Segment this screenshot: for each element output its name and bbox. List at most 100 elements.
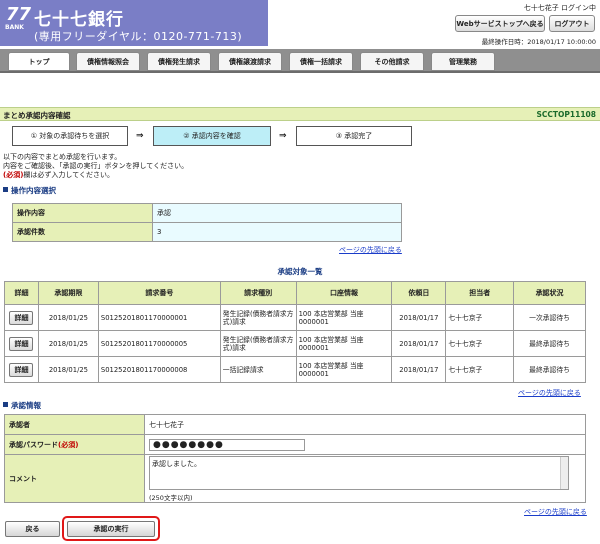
approval-count-value: 3 (152, 222, 402, 242)
tab-top[interactable]: トップ (8, 52, 70, 71)
detail-button[interactable]: 詳細 (9, 362, 34, 377)
instruction-line-2: 内容をご確認後、「承認の実行」ボタンを押してください。 (3, 162, 189, 170)
table-header-row: 詳細 承認期限 請求番号 請求種別 口座情報 依頼日 担当者 承認状況 (4, 281, 586, 305)
deadline-cell: 2018/01/25 (37, 304, 99, 331)
execute-approval-button[interactable]: 承認の実行 (67, 521, 155, 537)
header: 77 BANK 七十七銀行 (専用フリーダイヤル：0120-771-713) 七… (0, 0, 600, 46)
operation-table: 操作内容 承認 承認件数 3 (12, 203, 402, 242)
instruction-line-1: 以下の内容でまとめ承認を行います。 (3, 153, 122, 161)
detail-cell: 詳細 (4, 356, 39, 383)
comment-textarea[interactable]: 承認しました。 (149, 455, 569, 490)
section-square-icon (3, 402, 8, 407)
page-top-link[interactable]: ページの先頭に戻る (524, 507, 587, 517)
request-type-cell: 一括記録請求 (219, 356, 297, 383)
main-nav: トップ 債権情報照会 債権発生請求 債権譲渡請求 債権一括請求 その他請求 管理… (0, 49, 600, 73)
table-row: 承認件数 3 (12, 222, 402, 242)
operation-section-title: 操作内容選択 (3, 185, 56, 196)
freedial-number: (専用フリーダイヤル：0120-771-713) (34, 30, 243, 43)
approval-table: 承認者 七十七花子 承認パスワード(必須) ●●●●●●●● コメント 承認しま… (4, 414, 586, 503)
logo-bank-text: BANK (5, 24, 24, 31)
account-cell: 100 本店営業部 当座 0000001 (295, 330, 393, 357)
table-row: 詳細 2018/01/25 S0125201801170000005 発生記録(… (4, 330, 586, 357)
last-operation-time: 最終操作日時：2018/01/17 10:00:00 (481, 38, 596, 46)
col-person: 担当者 (445, 281, 515, 305)
tab-admin[interactable]: 管理業務 (431, 52, 495, 71)
comment-hint: (250文字以内) (149, 493, 193, 502)
required-mark: (必須) (58, 440, 79, 449)
person-cell: 七十七京子 (445, 356, 515, 383)
required-mark: (必須) (3, 171, 24, 179)
col-request-no: 請求番号 (97, 281, 221, 305)
col-deadline: 承認期限 (37, 281, 99, 305)
col-detail: 詳細 (4, 281, 39, 305)
request-no-cell: S0125201801170000008 (97, 356, 221, 383)
request-no-cell: S0125201801170000001 (97, 304, 221, 331)
page-top-link[interactable]: ページの先頭に戻る (518, 388, 581, 398)
login-status: 七十七花子 ログイン中 (523, 4, 596, 12)
approver-value: 七十七花子 (144, 414, 586, 435)
tab-other-request[interactable]: その他請求 (360, 52, 424, 71)
step-complete: ③ 承認完了 (296, 126, 412, 146)
request-type-cell: 発生記録(債務者請求方式)請求 (219, 304, 297, 331)
password-cell: ●●●●●●●● (144, 434, 586, 455)
operation-label: 操作内容 (12, 203, 153, 223)
request-date-cell: 2018/01/17 (391, 356, 447, 383)
step-confirm: ② 承認内容を確認 (153, 126, 271, 146)
comment-text: 承認しました。 (152, 459, 201, 468)
tab-credit-issue[interactable]: 債権発生請求 (147, 52, 211, 71)
section-square-icon (3, 187, 8, 192)
table-row: 承認パスワード(必須) ●●●●●●●● (4, 434, 586, 455)
password-input[interactable]: ●●●●●●●● (149, 438, 305, 451)
table-row: 詳細 2018/01/25 S0125201801170000008 一括記録請… (4, 356, 586, 383)
status-cell: 一次承認待ち (513, 304, 586, 331)
section-title-text: 操作内容選択 (11, 186, 56, 195)
request-no-cell: S0125201801170000005 (97, 330, 221, 357)
approval-list-table: 詳細 承認期限 請求番号 請求種別 口座情報 依頼日 担当者 承認状況 詳細 2… (4, 281, 586, 383)
account-cell: 100 本店営業部 当座 0000001 (295, 304, 393, 331)
tab-bulk-request[interactable]: 債権一括請求 (289, 52, 353, 71)
web-service-top-button[interactable]: Webサービストップへ戻る (455, 15, 545, 32)
comment-label: コメント (4, 454, 145, 503)
account-cell: 100 本店営業部 当座 0000001 (295, 356, 393, 383)
password-label-text: 承認パスワード (9, 440, 58, 449)
back-button[interactable]: 戻る (5, 521, 60, 537)
instruction-line-3: (必須)欄は必ず入力してください。 (3, 171, 188, 180)
col-request-date: 依頼日 (391, 281, 447, 305)
page-title-bar: まとめ承認内容確認 SCCTOP11108 (0, 107, 600, 121)
step-arrow: ⇒ (136, 131, 144, 141)
table-row: 承認者 七十七花子 (4, 414, 586, 435)
logout-button[interactable]: ログアウト (549, 15, 595, 32)
approval-section-title: 承認情報 (3, 400, 41, 411)
detail-button[interactable]: 詳細 (9, 336, 34, 351)
table-row: 詳細 2018/01/25 S0125201801170000001 発生記録(… (4, 304, 586, 331)
logo-mark: 77 (6, 4, 32, 25)
bank-logo-area: 77 BANK 七十七銀行 (専用フリーダイヤル：0120-771-713) (0, 0, 268, 46)
detail-button[interactable]: 詳細 (9, 310, 34, 325)
screen-id: SCCTOP11108 (536, 110, 597, 119)
comment-scrollbar[interactable] (560, 456, 568, 489)
deadline-cell: 2018/01/25 (37, 356, 99, 383)
status-cell: 最終承認待ち (513, 330, 586, 357)
page-title: まとめ承認内容確認 (3, 111, 71, 120)
table-row: 操作内容 承認 (12, 203, 402, 223)
col-account: 口座情報 (295, 281, 393, 305)
approval-count-label: 承認件数 (12, 222, 153, 242)
tab-credit-inquiry[interactable]: 債権情報照会 (76, 52, 140, 71)
col-request-type: 請求種別 (219, 281, 297, 305)
request-date-cell: 2018/01/17 (391, 304, 447, 331)
request-date-cell: 2018/01/17 (391, 330, 447, 357)
approver-label: 承認者 (4, 414, 145, 435)
detail-cell: 詳細 (4, 330, 39, 357)
detail-cell: 詳細 (4, 304, 39, 331)
request-type-cell: 発生記録(債務者請求方式)請求 (219, 330, 297, 357)
person-cell: 七十七京子 (445, 330, 515, 357)
tab-credit-transfer[interactable]: 債権譲渡請求 (218, 52, 282, 71)
section-title-text: 承認情報 (11, 401, 41, 410)
page-top-link[interactable]: ページの先頭に戻る (339, 245, 402, 255)
comment-cell: 承認しました。 (250文字以内) (144, 454, 586, 503)
col-status: 承認状況 (513, 281, 586, 305)
operation-value: 承認 (152, 203, 402, 223)
instructions: 以下の内容でまとめ承認を行います。 内容をご確認後、「承認の実行」ボタンを押して… (3, 153, 188, 180)
bank-name: 七十七銀行 (34, 10, 124, 30)
instruction-line-3-text: 欄は必ず入力してください。 (23, 171, 114, 179)
